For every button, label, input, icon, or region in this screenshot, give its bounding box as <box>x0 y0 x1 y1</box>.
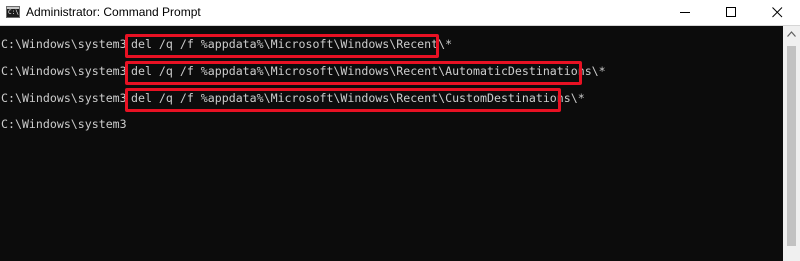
command-highlight-box <box>125 34 439 58</box>
minimize-button[interactable] <box>662 0 708 25</box>
command-prompt: C:\Windows\system32> <box>1 117 127 131</box>
console-output[interactable]: C:\Windows\system32>del /q /f %appdata%\… <box>0 26 783 261</box>
command-prompt-window: C:\ Administrator: Command Prompt C:\Win… <box>0 0 800 261</box>
scroll-up-button[interactable] <box>783 26 800 43</box>
close-button[interactable] <box>754 0 800 25</box>
command-prompt: C:\Windows\system32> <box>1 37 127 51</box>
console-line: C:\Windows\system32> <box>1 116 131 132</box>
vertical-scrollbar[interactable] <box>783 26 800 261</box>
close-icon <box>772 7 783 18</box>
maximize-icon <box>726 7 736 17</box>
scrollbar-thumb[interactable] <box>787 46 796 246</box>
command-highlight-box <box>125 61 582 85</box>
maximize-button[interactable] <box>708 0 754 25</box>
title-bar[interactable]: C:\ Administrator: Command Prompt <box>0 0 800 26</box>
scroll-up-arrow-icon <box>787 31 796 37</box>
cmd-icon[interactable]: C:\ <box>6 6 20 18</box>
minimize-icon <box>680 12 690 13</box>
command-prompt: C:\Windows\system32> <box>1 64 127 78</box>
command-prompt: C:\Windows\system32> <box>1 91 127 105</box>
command-highlight-box <box>125 88 561 112</box>
window-title: Administrator: Command Prompt <box>26 5 201 19</box>
